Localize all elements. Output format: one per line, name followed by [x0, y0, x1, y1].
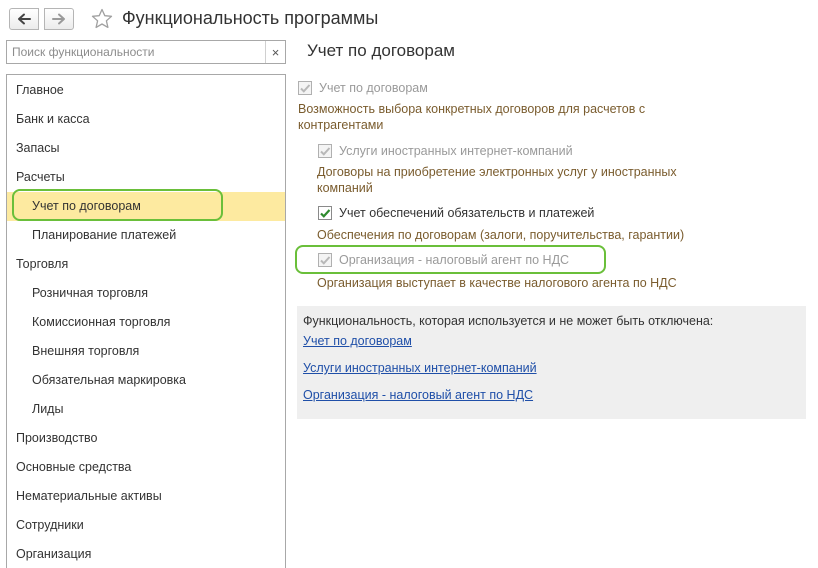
sidebar-item-intangibles[interactable]: Нематериальные активы	[7, 482, 285, 511]
sidebar: Главное Банк и касса Запасы Расчеты Учет…	[6, 74, 286, 568]
sidebar-item-inventory[interactable]: Запасы	[7, 134, 285, 163]
option-tax-agent: Организация - налоговый агент по НДС	[318, 251, 569, 269]
search-input[interactable]	[7, 41, 265, 63]
option-contracts: Учет по договорам	[298, 79, 428, 97]
sidebar-item-contracts[interactable]: Учет по договорам	[7, 192, 285, 221]
forward-button[interactable]	[44, 8, 74, 30]
option-label: Услуги иностранных интернет-компаний	[339, 144, 573, 158]
option-label: Организация - налоговый агент по НДС	[339, 253, 570, 267]
search-box: ×	[6, 40, 286, 64]
sidebar-item-main[interactable]: Главное	[7, 76, 285, 105]
checkbox-tax-agent[interactable]	[318, 253, 332, 267]
option-description: Организация выступает в качестве налогов…	[317, 276, 677, 290]
checkmark-icon	[300, 84, 311, 93]
sidebar-item-commission[interactable]: Комиссионная торговля	[7, 308, 285, 337]
checkbox-contracts[interactable]	[298, 81, 312, 95]
sidebar-item-payment-planning[interactable]: Планирование платежей	[7, 221, 285, 250]
header: Функциональность программы	[0, 0, 818, 38]
clear-search-button[interactable]: ×	[265, 41, 285, 63]
info-panel: Функциональность, которая используется и…	[297, 306, 806, 419]
option-description: Обеспечения по договорам (залоги, поручи…	[317, 228, 685, 242]
star-icon[interactable]	[90, 7, 114, 31]
option-label: Учет по договорам	[319, 81, 428, 95]
sidebar-item-employees[interactable]: Сотрудники	[7, 511, 285, 540]
option-foreign-services: Услуги иностранных интернет-компаний	[318, 142, 573, 160]
option-description: Возможность выбора конкретных договоров …	[298, 102, 646, 132]
sidebar-item-retail[interactable]: Розничная торговля	[7, 279, 285, 308]
sidebar-item-fixed-assets[interactable]: Основные средства	[7, 453, 285, 482]
back-button[interactable]	[9, 8, 39, 30]
option-description: Договоры на приобретение электронных усл…	[317, 165, 677, 195]
sidebar-item-bank[interactable]: Банк и касса	[7, 105, 285, 134]
checkmark-icon	[320, 209, 331, 218]
sidebar-item-settlements[interactable]: Расчеты	[7, 163, 285, 192]
sidebar-item-trade[interactable]: Торговля	[7, 250, 285, 279]
section-title: Учет по договорам	[307, 41, 455, 60]
page-title: Функциональность программы	[122, 8, 379, 28]
sidebar-item-marking[interactable]: Обязательная маркировка	[7, 366, 285, 395]
link-tax-agent[interactable]: Организация - налоговый агент по НДС	[303, 388, 533, 402]
checkbox-foreign-services[interactable]	[318, 144, 332, 158]
link-foreign-services[interactable]: Услуги иностранных интернет-компаний	[303, 361, 537, 375]
option-label: Учет обеспечений обязательств и платежей	[339, 206, 595, 220]
option-security-obligations: Учет обеспечений обязательств и платежей	[318, 204, 594, 222]
sidebar-item-production[interactable]: Производство	[7, 424, 285, 453]
arrow-left-icon	[18, 13, 31, 25]
arrow-right-icon	[52, 13, 65, 25]
checkmark-icon	[320, 147, 331, 156]
sidebar-item-foreign-trade[interactable]: Внешняя торговля	[7, 337, 285, 366]
sidebar-item-organization[interactable]: Организация	[7, 540, 285, 568]
checkmark-icon	[320, 256, 331, 265]
link-contracts[interactable]: Учет по договорам	[303, 334, 412, 348]
info-title: Функциональность, которая используется и…	[303, 314, 714, 328]
sidebar-item-leads[interactable]: Лиды	[7, 395, 285, 424]
checkbox-security-obligations[interactable]	[318, 206, 332, 220]
